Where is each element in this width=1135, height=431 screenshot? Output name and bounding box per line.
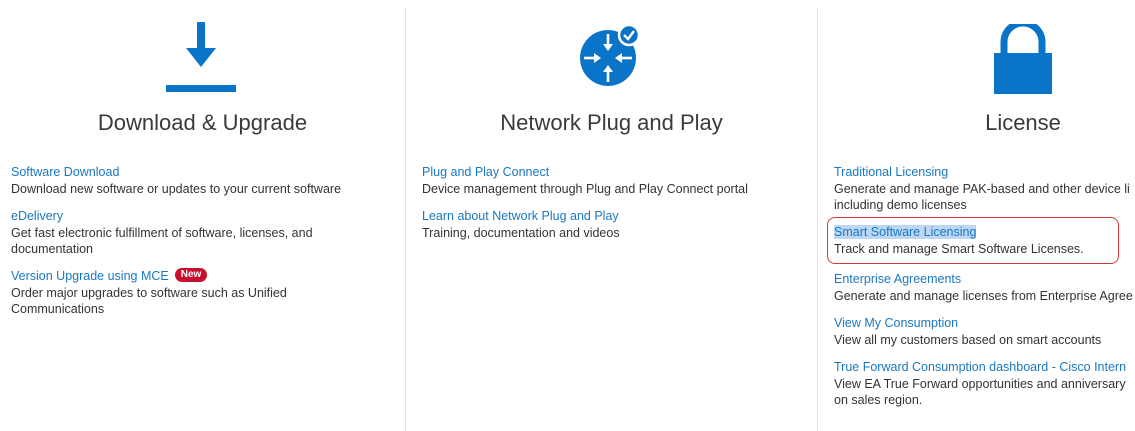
lock-icon bbox=[994, 19, 1052, 99]
section-title: Network Plug and Play bbox=[500, 110, 723, 135]
list-item: Traditional Licensing Generate and manag… bbox=[834, 163, 1135, 213]
item-description: Training, documentation and videos bbox=[422, 226, 620, 240]
item-description: Download new software or updates to your… bbox=[11, 182, 342, 196]
list-item: Learn about Network Plug and Play Traini… bbox=[422, 207, 812, 241]
section-title: License bbox=[985, 110, 1061, 135]
list-item: Software Download Download new software … bbox=[11, 163, 391, 197]
true-forward-consumption-link[interactable]: True Forward Consumption dashboard - Cis… bbox=[834, 360, 1126, 374]
network-plug-and-play-icon bbox=[578, 23, 641, 100]
download-upgrade-section: Download & Upgrade Software Download Dow… bbox=[0, 0, 405, 431]
item-description: Generate and manage licenses from Enterp… bbox=[834, 289, 1133, 303]
item-description-continued: on sales region. bbox=[834, 393, 923, 407]
item-description-continued: including demo licenses bbox=[834, 198, 967, 212]
version-upgrade-mce-link[interactable]: Version Upgrade using MCE bbox=[11, 269, 169, 283]
item-description: Track and manage Smart Software Licenses… bbox=[834, 242, 1084, 256]
software-download-link[interactable]: Software Download bbox=[11, 165, 119, 179]
item-description: Generate and manage PAK-based and other … bbox=[834, 182, 1130, 196]
link-list: Traditional Licensing Generate and manag… bbox=[827, 163, 1135, 418]
link-list: Plug and Play Connect Device management … bbox=[422, 163, 812, 251]
download-icon bbox=[166, 22, 236, 97]
download-portal-page: Download & Upgrade Software Download Dow… bbox=[0, 0, 1135, 431]
network-plug-and-play-section: Network Plug and Play Plug and Play Conn… bbox=[406, 0, 817, 431]
plug-and-play-connect-link[interactable]: Plug and Play Connect bbox=[422, 165, 549, 179]
list-item: Enterprise Agreements Generate and manag… bbox=[834, 270, 1135, 304]
item-description: Get fast electronic fulfillment of softw… bbox=[11, 226, 313, 256]
enterprise-agreements-link[interactable]: Enterprise Agreements bbox=[834, 272, 961, 286]
list-item: View My Consumption View all my customer… bbox=[834, 314, 1135, 348]
highlighted-list-item: Smart Software Licensing Track and manag… bbox=[827, 217, 1119, 264]
item-description: Device management through Plug and Play … bbox=[422, 182, 748, 196]
new-badge: New bbox=[174, 268, 208, 282]
smart-software-licensing-link[interactable]: Smart Software Licensing bbox=[834, 225, 977, 239]
license-section: License Traditional Licensing Generate a… bbox=[818, 0, 1135, 431]
traditional-licensing-link[interactable]: Traditional Licensing bbox=[834, 165, 948, 179]
link-list: Software Download Download new software … bbox=[11, 163, 391, 327]
list-item: Version Upgrade using MCE New Order major… bbox=[11, 267, 391, 317]
view-my-consumption-link[interactable]: View My Consumption bbox=[834, 316, 958, 330]
item-description: Order major upgrades to software such as… bbox=[11, 286, 287, 316]
list-item: Plug and Play Connect Device management … bbox=[422, 163, 812, 197]
item-description: View EA True Forward opportunities and a… bbox=[834, 377, 1126, 391]
edelivery-link[interactable]: eDelivery bbox=[11, 209, 63, 223]
section-title: Download & Upgrade bbox=[97, 110, 308, 135]
learn-network-plug-and-play-link[interactable]: Learn about Network Plug and Play bbox=[422, 209, 619, 223]
item-description: View all my customers based on smart acc… bbox=[834, 333, 1102, 347]
list-item: True Forward Consumption dashboard - Cis… bbox=[834, 358, 1135, 408]
list-item: eDelivery Get fast electronic fulfillmen… bbox=[11, 207, 391, 257]
